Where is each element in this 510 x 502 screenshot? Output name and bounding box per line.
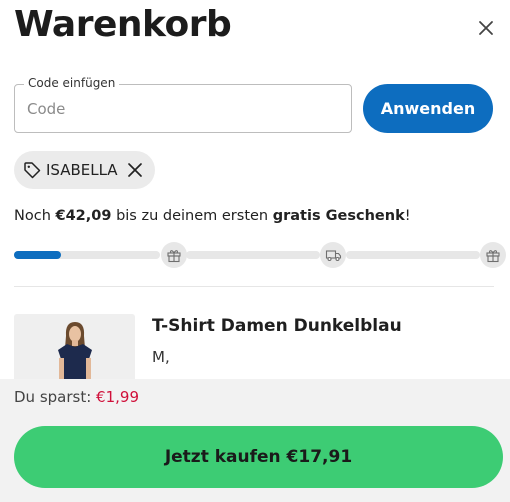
progress-track <box>346 251 480 259</box>
savings-label: Du sparst: <box>14 388 97 406</box>
savings-text: Du sparst: €1,99 <box>14 388 139 406</box>
truck-icon <box>325 250 341 262</box>
gift-goal: gratis Geschenk <box>272 208 405 224</box>
remove-coupon-icon[interactable] <box>126 161 144 179</box>
page-title: Warenkorb <box>14 4 232 45</box>
remaining-amount: €42,09 <box>55 208 112 224</box>
gift-icon <box>167 250 181 263</box>
savings-amount: €1,99 <box>96 388 139 406</box>
gift-progress-bar <box>14 242 506 268</box>
progress-track <box>186 251 320 259</box>
divider <box>14 286 494 287</box>
apply-coupon-button[interactable]: Anwenden <box>363 84 493 133</box>
progress-fill <box>14 251 61 259</box>
close-icon <box>479 21 493 35</box>
applied-coupon-chip: ISABELLA <box>14 151 155 189</box>
coupon-code-legend: Code einfügen <box>24 76 120 90</box>
product-variant: M, <box>152 348 170 366</box>
milestone-gift-2 <box>480 242 506 268</box>
checkout-footer: Du sparst: €1,99 Jetzt kaufen €17,91 <box>0 379 510 502</box>
coupon-code-input[interactable] <box>27 97 327 121</box>
milestone-gift-1 <box>161 242 187 268</box>
tag-icon <box>24 162 41 179</box>
close-button[interactable] <box>474 16 498 40</box>
free-gift-message: Noch €42,09 bis zu deinem ersten gratis … <box>14 208 411 224</box>
applied-coupon-code: ISABELLA <box>46 161 118 179</box>
gift-icon <box>486 250 500 263</box>
checkout-button[interactable]: Jetzt kaufen €17,91 <box>14 426 503 488</box>
product-name[interactable]: T-Shirt Damen Dunkelblau <box>152 316 402 336</box>
milestone-shipping <box>320 242 346 268</box>
cart-drawer: Warenkorb Code einfügen Anwenden ISABELL… <box>0 0 510 502</box>
coupon-code-field[interactable]: Code einfügen <box>14 76 352 133</box>
